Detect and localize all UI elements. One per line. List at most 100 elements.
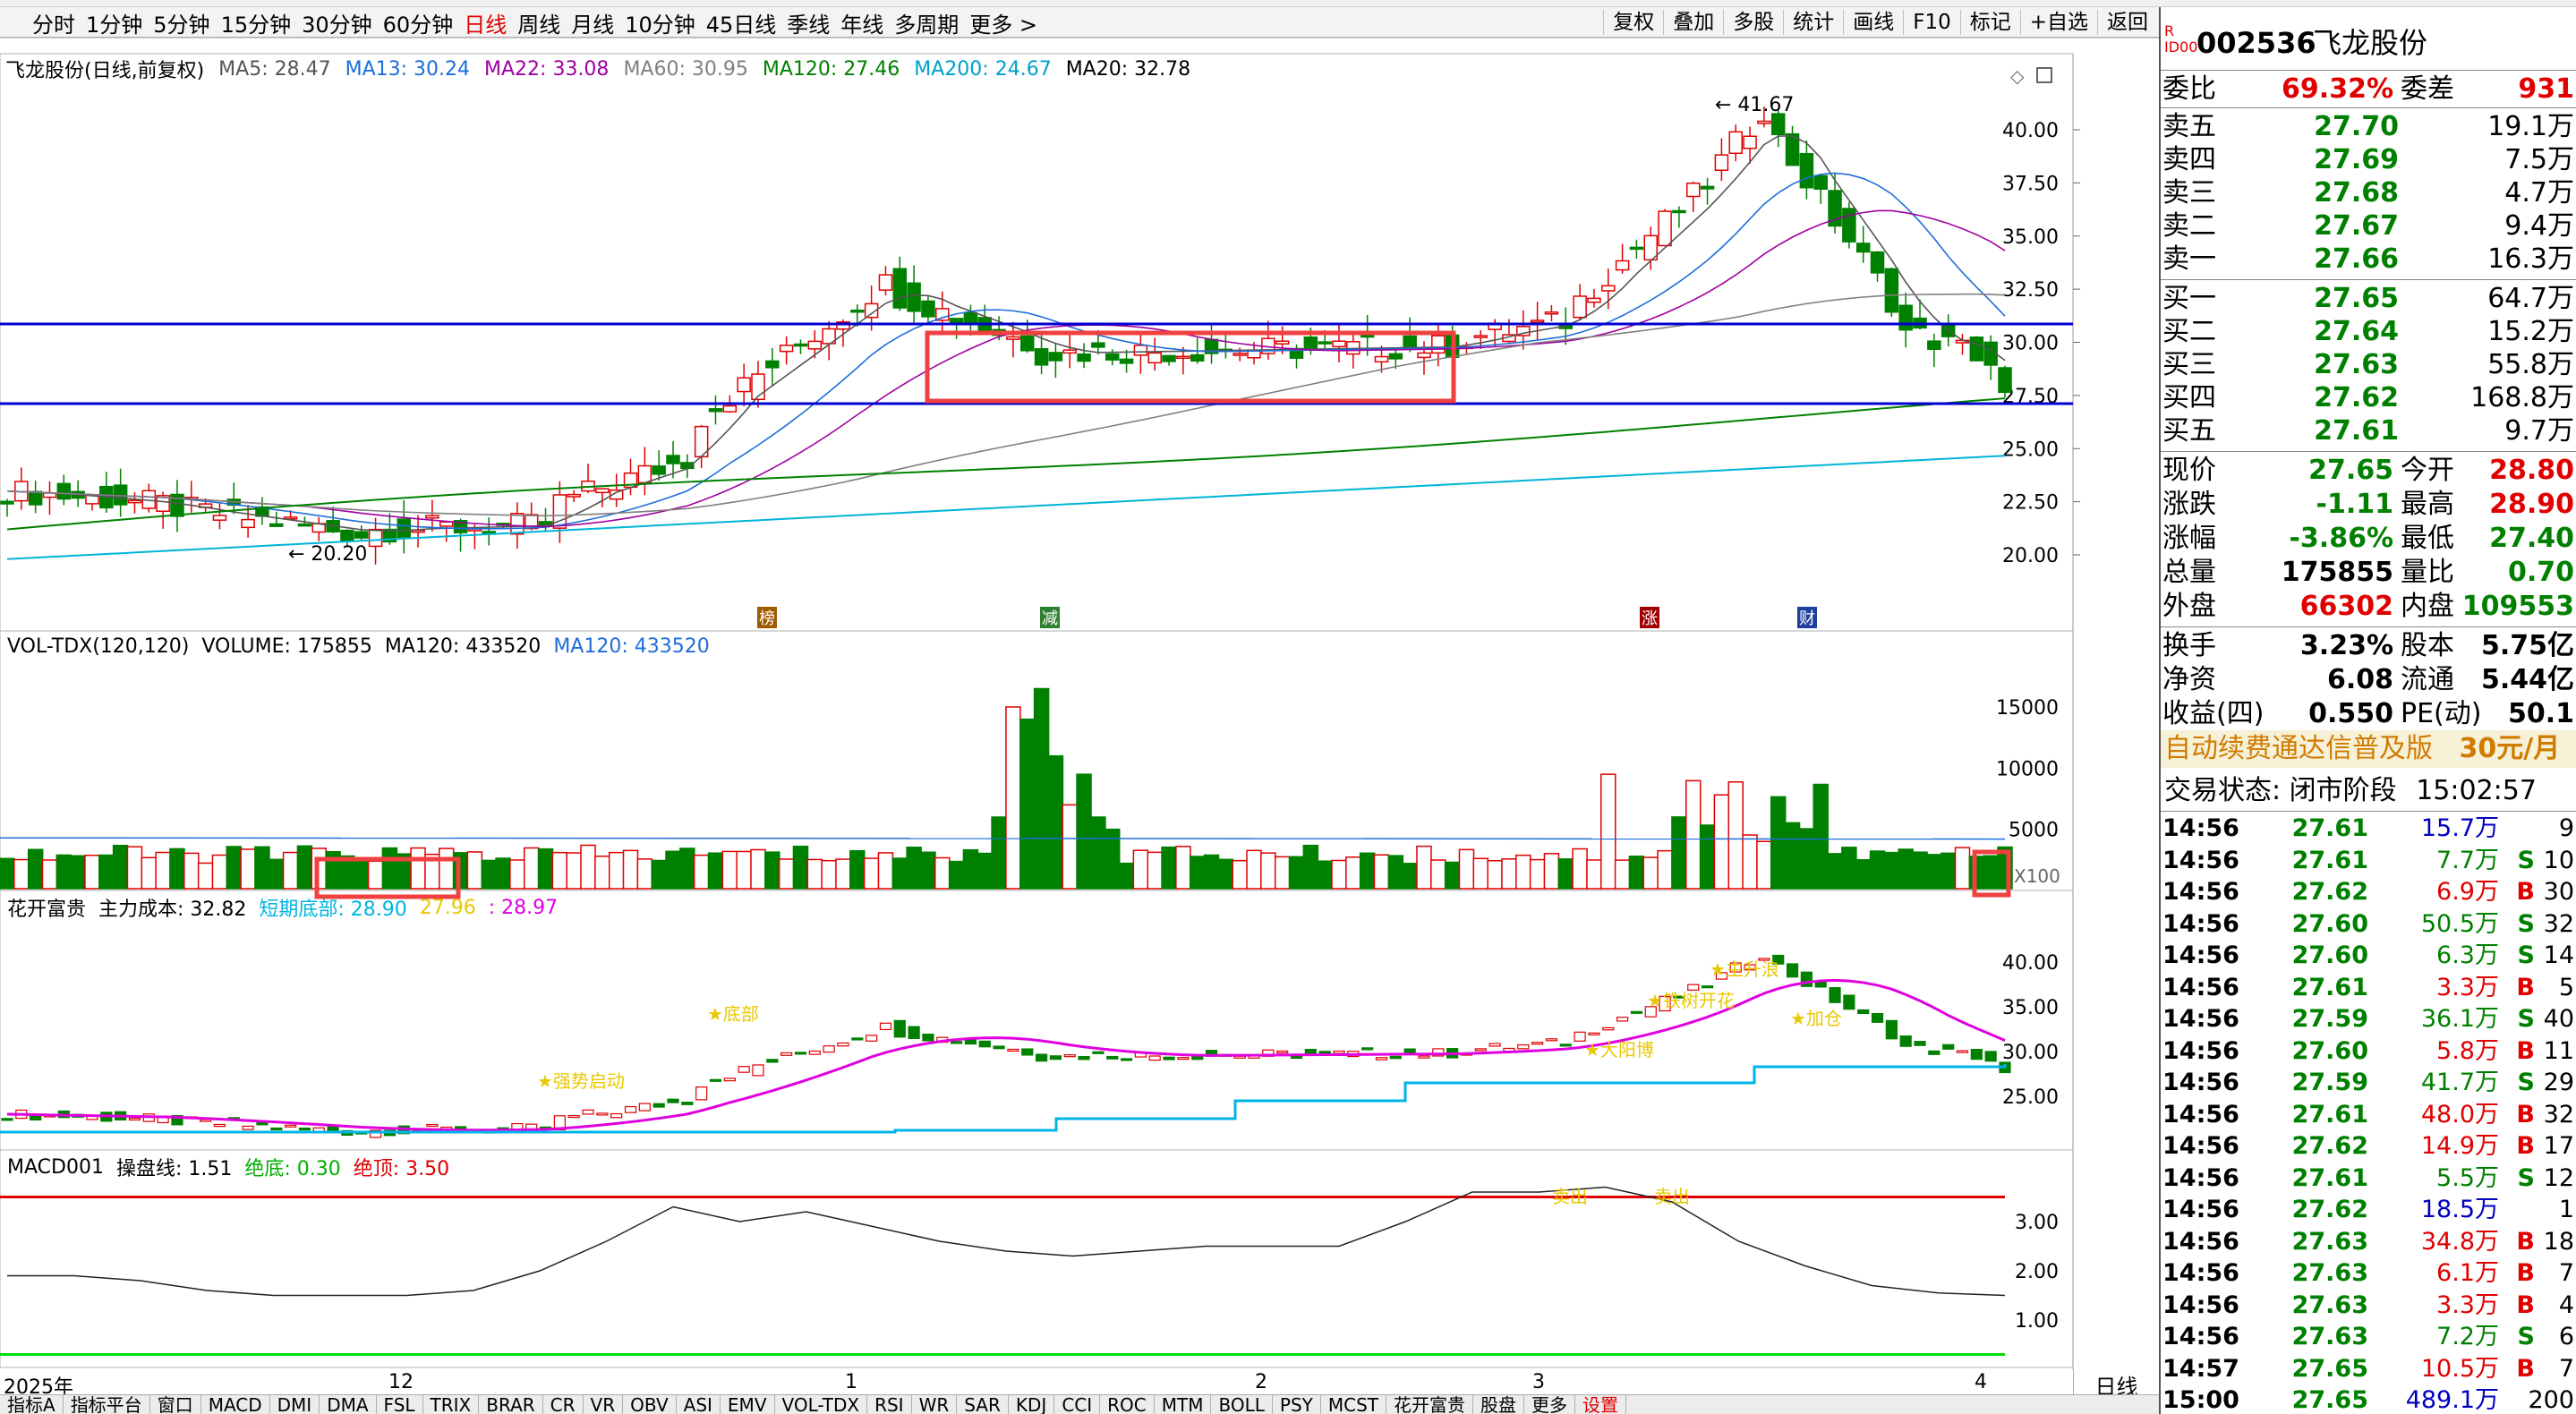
- indicator-tab-28[interactable]: 设置: [1575, 1395, 1627, 1414]
- candle-body: [269, 523, 284, 527]
- indicator-tab-25[interactable]: 花开富贵: [1386, 1395, 1474, 1414]
- indicator-tab-7[interactable]: TRIX: [423, 1395, 480, 1414]
- huakai-candle: [950, 1041, 963, 1044]
- indicator-tab-20[interactable]: ROC: [1100, 1395, 1155, 1414]
- stat-row: 总量 175855 量比 0.70: [2161, 557, 2576, 589]
- volume-bar: [1175, 846, 1191, 890]
- indicator-tab-6[interactable]: FSL: [377, 1395, 423, 1414]
- tick-volume: 15.7万: [2420, 814, 2499, 842]
- indicator-tab-16[interactable]: WR: [912, 1395, 958, 1414]
- tick-time: 14:56: [2162, 1259, 2239, 1287]
- consolidation-box[interactable]: [925, 330, 1456, 404]
- volume-bar: [1387, 855, 1404, 890]
- candle-body: [1757, 120, 1771, 124]
- volume-bar: [651, 859, 667, 890]
- bid-volume: 64.7万: [2487, 283, 2574, 314]
- macd-sell-label: 卖出: [1552, 1186, 1588, 1207]
- tick-volume: 7.2万: [2436, 1323, 2499, 1350]
- promo-banner[interactable]: 自动续费通达信普及版 30元/月: [2161, 730, 2576, 768]
- weicha-value: 931: [2518, 73, 2574, 105]
- price-tick-label: 30.00: [2002, 333, 2059, 355]
- huakai-candle: [752, 1064, 764, 1077]
- huakai-candle: [1517, 1043, 1530, 1050]
- huakai-value2: 27.96: [419, 896, 476, 919]
- ask-price: 27.68: [2314, 177, 2399, 209]
- macd-tick-label: 2.00: [2015, 1261, 2059, 1283]
- volume-bar: [1444, 861, 1461, 890]
- tick-price: 27.61: [2291, 814, 2368, 842]
- candle-body: [425, 515, 439, 519]
- volume-bar: [1841, 847, 1857, 890]
- volume-bar: [155, 851, 171, 890]
- tick-side: B: [2516, 1354, 2535, 1383]
- volume-bar: [665, 850, 681, 890]
- stock-header: R ID00 002536 飞龙股份: [2161, 23, 2576, 63]
- indicator-tab-12[interactable]: ASI: [677, 1395, 721, 1414]
- stat-label: 总量: [2162, 557, 2216, 588]
- tick-count: 29: [2543, 1069, 2574, 1096]
- volume-bar: [126, 846, 143, 890]
- volume-bar: [1161, 846, 1177, 890]
- indicator-tab-10[interactable]: VR: [584, 1395, 624, 1414]
- tick-time: 14:56: [2162, 846, 2239, 874]
- indicator-tab-18[interactable]: KDJ: [1009, 1395, 1055, 1414]
- indicator-tab-22[interactable]: BOLL: [1211, 1395, 1273, 1414]
- tick-price: 27.63: [2291, 1259, 2368, 1287]
- candle-body: [793, 343, 808, 347]
- stock-code: 002536: [2196, 26, 2316, 60]
- volume-bar: [1770, 796, 1787, 890]
- candle-body: [1898, 304, 1913, 331]
- tick-volume: 36.1万: [2420, 1005, 2499, 1033]
- tick-row: 14:56 27.63 3.3万 B 4: [2161, 1290, 2576, 1322]
- indicator-tab-0[interactable]: 指标A: [0, 1395, 64, 1414]
- huakai-candle: [993, 1045, 1005, 1050]
- indicator-tab-3[interactable]: MACD: [201, 1395, 270, 1414]
- indicator-tabs: 指标A 指标平台 窗口 MACD DMI DMA FSL TRIX BRAR CR VR OBV ASI…: [0, 1394, 2159, 1414]
- period-label[interactable]: 日线: [2073, 1369, 2159, 1400]
- tick-volume: 6.1万: [2436, 1259, 2499, 1287]
- candle-body: [1006, 336, 1020, 340]
- indicator-tab-9[interactable]: CR: [543, 1395, 584, 1414]
- candle-body: [1998, 367, 2012, 394]
- candle-body: [1700, 185, 1715, 190]
- volume-bar: [1274, 856, 1291, 890]
- time-axis-label: 4: [1975, 1371, 1987, 1393]
- indicator-tab-14[interactable]: VOL-TDX: [775, 1395, 868, 1414]
- huakai-candle: [1616, 1017, 1629, 1022]
- huakai-candle: [766, 1059, 779, 1063]
- indicator-tab-15[interactable]: RSI: [867, 1395, 912, 1414]
- huakai-candle: [638, 1103, 651, 1112]
- tick-price: 27.65: [2291, 1354, 2368, 1383]
- indicator-tab-19[interactable]: CCI: [1054, 1395, 1101, 1414]
- indicator-tab-21[interactable]: MTM: [1155, 1395, 1212, 1414]
- candle-body: [1176, 355, 1190, 360]
- indicator-tab-17[interactable]: SAR: [957, 1395, 1009, 1414]
- indicator-tab-11[interactable]: OBV: [623, 1395, 677, 1414]
- huakai-candle: [893, 1019, 906, 1038]
- volume-bar: [1543, 852, 1560, 890]
- indicator-tab-8[interactable]: BRAR: [479, 1395, 543, 1414]
- volume-bar: [98, 854, 115, 890]
- indicator-tab-13[interactable]: EMV: [721, 1395, 775, 1414]
- tick-volume: 14.9万: [2420, 1132, 2499, 1160]
- tick-volume: 489.1万: [2405, 1386, 2499, 1414]
- time-axis-label: 3: [1532, 1371, 1545, 1393]
- indicator-tab-27[interactable]: 更多: [1524, 1395, 1576, 1414]
- volume-panel-legend: VOL-TDX(120,120) VOLUME: 175855 MA120: 4…: [7, 635, 722, 658]
- volume-bar: [821, 859, 837, 890]
- indicator-tab-23[interactable]: PSY: [1273, 1395, 1321, 1414]
- candle-body: [1091, 342, 1105, 348]
- macd-bottom-value: 绝底: 0.30: [244, 1158, 341, 1180]
- maximize-icon[interactable]: [2036, 67, 2052, 83]
- indicator-tab-1[interactable]: 指标平台: [64, 1395, 150, 1414]
- indicator-tab-26[interactable]: 股盘: [1473, 1395, 1525, 1414]
- indicator-tab-2[interactable]: 窗口: [150, 1395, 201, 1414]
- indicator-tab-5[interactable]: DMA: [320, 1395, 377, 1414]
- indicator-tab-24[interactable]: MCST: [1321, 1395, 1387, 1414]
- price-tick-label: 22.50: [2002, 492, 2059, 515]
- fund-value2: 5.44亿: [2480, 664, 2574, 695]
- bid-row: 买五 27.61 9.7万: [2161, 415, 2576, 447]
- diamond-icon[interactable]: ◇: [2010, 65, 2025, 87]
- huakai-candle: [681, 1102, 694, 1105]
- indicator-tab-4[interactable]: DMI: [270, 1395, 320, 1414]
